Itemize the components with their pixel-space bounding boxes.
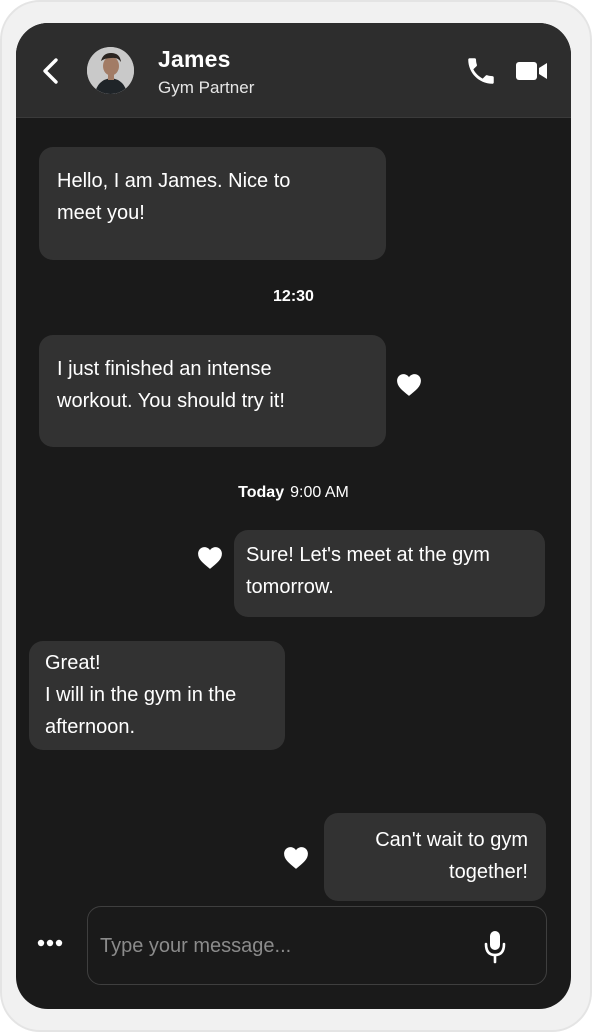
timestamp-time: 9:00 AM [290,484,349,501]
message-input[interactable] [100,929,470,963]
message-composer [87,906,547,985]
phone-icon[interactable] [464,54,498,88]
ellipsis-icon[interactable] [36,933,66,953]
message-bubble-incoming[interactable]: I just finished an intense workout. You … [39,335,386,447]
avatar-image [87,47,134,94]
message-bubble-incoming[interactable]: Great! I will in the gym in the afternoo… [29,641,285,750]
timestamp-row: Today 9:00 AM [16,484,571,502]
video-camera-icon[interactable] [515,59,549,83]
message-bubble-outgoing[interactable]: Can't wait to gym together! [324,813,546,901]
timestamp-day: Today [238,484,285,501]
heart-icon[interactable] [197,546,223,570]
avatar[interactable] [87,47,134,94]
heart-icon[interactable] [283,846,309,870]
chevron-left-icon[interactable] [40,56,62,86]
message-bubble-outgoing[interactable]: Sure! Let's meet at the gym tomorrow. [234,530,545,617]
heart-icon[interactable] [396,373,422,397]
timestamp: 12:30 [273,288,314,305]
microphone-icon[interactable] [482,929,508,965]
chat-header: James Gym Partner [16,23,571,118]
contact-role: Gym Partner [158,78,255,97]
contact-name: James [158,46,231,72]
chat-screen: James Gym Partner Hello, I am James. Nic… [16,23,571,1009]
message-bubble-incoming[interactable]: Hello, I am James. Nice to meet you! [39,147,386,260]
